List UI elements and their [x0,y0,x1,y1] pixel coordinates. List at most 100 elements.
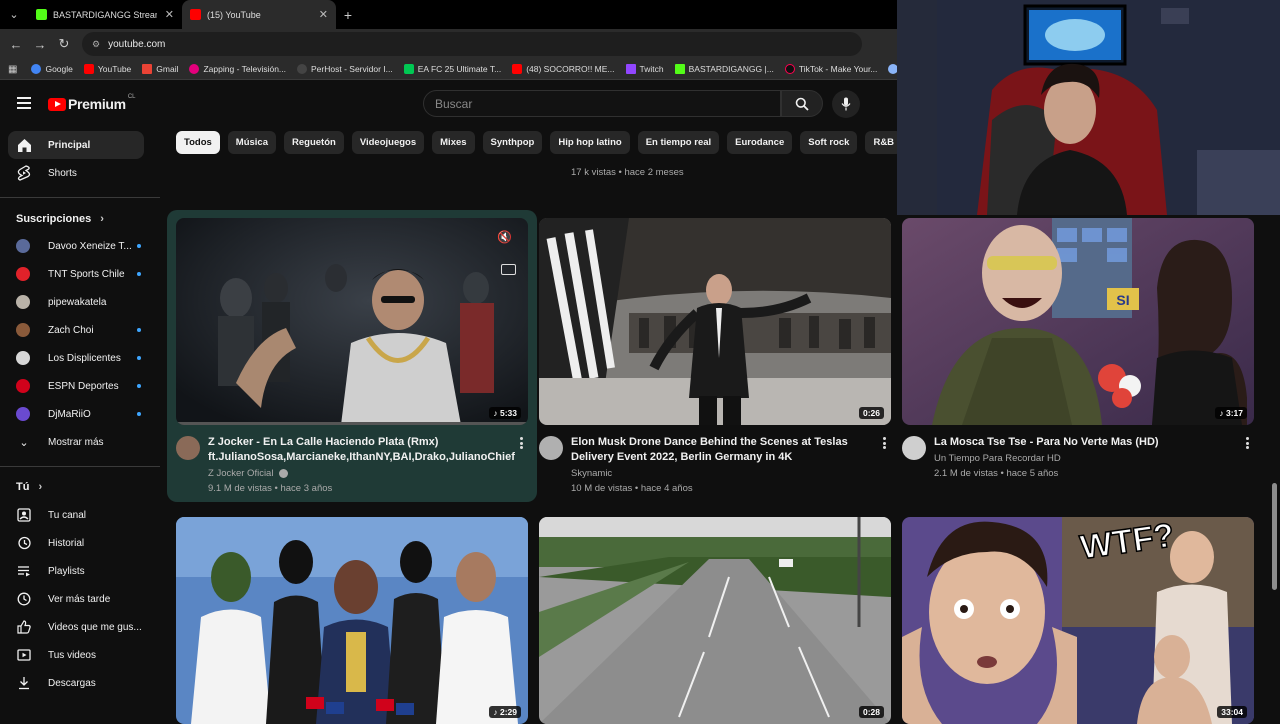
subscription-item[interactable]: Zach Choi [8,316,144,344]
bookmark-perhost[interactable]: PerHost - Servidor I... [297,64,393,74]
subscription-item[interactable]: Los Displicentes [8,344,144,372]
new-tab-button[interactable]: + [336,0,360,29]
video-card[interactable]: 0:26 Elon Musk Drone Dance Behind the Sc… [539,218,891,498]
chip-3[interactable]: Videojuegos [351,131,425,154]
video-card[interactable]: WTF? 33:04 [902,517,1254,724]
site-info-icon[interactable]: ⚙ [92,39,100,50]
back-arrow-icon[interactable]: ← [4,32,28,56]
video-card[interactable]: ♪ 2:29 [176,517,528,724]
chip-1[interactable]: Música [227,131,277,154]
chip-5[interactable]: Synthpop [482,131,543,154]
voice-search-button[interactable] [832,90,860,118]
playback-progress-bar[interactable] [176,422,528,425]
more-options-icon[interactable] [882,437,886,449]
video-thumbnail[interactable]: SI ♪ 3:17 [902,218,1254,425]
playlists-icon [16,563,32,579]
sidebar-item-download[interactable]: Descargas [8,669,144,697]
sidebar-item-watch-later[interactable]: Ver más tarde [8,585,144,613]
video-stats: 2.1 M de vistas • hace 5 años [934,468,1059,479]
menu-icon[interactable] [17,97,31,109]
mute-icon[interactable]: 🔇 [497,230,512,244]
subscription-item[interactable]: DjMaRiiO [8,400,144,428]
browser-tab-youtube[interactable]: (15) YouTube ✕ [182,0,336,29]
sidebar-item-your-videos[interactable]: Tus videos [8,641,144,669]
bookmark-google[interactable]: Google [31,64,73,74]
search-button[interactable] [781,90,823,117]
bookmark-tiktok[interactable]: TikTok - Make Your... [784,64,877,74]
sidebar-item-shorts[interactable]: Shorts [8,159,144,187]
kick-favicon-icon [36,9,47,20]
video-thumbnail[interactable]: ♪ 2:29 [176,517,528,724]
address-bar[interactable]: ⚙ youtube.com [82,32,862,56]
eafc-icon [403,64,414,74]
subscription-item[interactable]: TNT Sports Chile [8,260,144,288]
sidebar-item-label: Shorts [48,167,77,179]
sidebar-item-principal[interactable]: Principal [8,131,144,159]
search-input[interactable]: Buscar [423,90,781,117]
chip-10[interactable]: R&B [865,131,897,154]
bookmark-socorro[interactable]: (48) SOCORRO!! ME... [512,64,615,74]
chip-2[interactable]: Reguetón [284,131,344,154]
video-duration: 33:04 [1217,706,1247,718]
video-thumbnail[interactable]: WTF? 33:04 [902,517,1254,724]
captions-icon[interactable] [501,264,516,275]
chip-0[interactable]: Todos [176,131,220,154]
chip-6[interactable]: Hip hop latino [550,131,630,154]
channel-avatar[interactable] [539,436,563,460]
bookmark-youtube[interactable]: YouTube [83,64,131,74]
more-options-icon[interactable] [519,437,523,449]
chip-8[interactable]: Eurodance [727,131,793,154]
channel-avatar [16,351,30,365]
chip-7[interactable]: En tiempo real [637,131,720,154]
sidebar-item-channel[interactable]: Tu canal [8,501,144,529]
subscription-item[interactable]: pipewakatela [8,288,144,316]
video-title[interactable]: Z Jocker - En La Calle Haciendo Plata (R… [208,435,515,465]
subscription-item[interactable]: ESPN Deportes [8,372,144,400]
video-title[interactable]: Elon Musk Drone Dance Behind the Scenes … [571,435,876,465]
forward-arrow-icon[interactable]: → [28,32,52,56]
history-icon [16,535,32,551]
close-tab-icon[interactable]: ✕ [157,8,174,21]
bookmark-eafc[interactable]: EA FC 25 Ultimate T... [403,64,501,74]
channel-avatar[interactable] [902,436,926,460]
bookmark-kick[interactable]: BASTARDIGANGG |... [674,64,774,74]
subscription-item[interactable]: Davoo Xeneize T... [8,232,144,260]
chip-9[interactable]: Soft rock [800,131,858,154]
subscriptions-heading[interactable]: Suscripciones › [16,213,104,225]
video-title[interactable]: La Mosca Tse Tse - Para No Verte Mas (HD… [934,435,1239,450]
apps-grid-icon[interactable]: ▦ [8,64,17,75]
tab-search-icon[interactable]: ⌄ [0,0,28,29]
show-more-button[interactable]: ⌄ Mostrar más [8,428,144,456]
chip-4[interactable]: Mixes [432,131,475,154]
channel-name[interactable]: Skynamic [571,466,612,481]
twitch-icon [625,64,636,74]
you-heading[interactable]: Tú › [16,481,42,493]
reload-icon[interactable]: ↻ [52,32,76,56]
new-content-dot [137,384,141,388]
video-thumbnail[interactable]: 🔇 ♪ 5:33 [176,218,528,425]
channel-name[interactable]: Z Jocker Oficial [208,466,289,481]
channel-avatar[interactable] [176,436,200,460]
youtube-header: Premium CL Buscar [0,80,897,126]
bookmark-twitch[interactable]: Twitch [625,64,664,74]
thumbnail-image [176,218,528,425]
close-tab-icon[interactable]: ✕ [311,8,328,21]
bookmark-bastard[interactable]: bastard [888,64,897,74]
more-options-icon[interactable] [1245,437,1249,449]
video-card[interactable]: 🔇 ♪ 5:33 Z Jocker - En La Calle Haciendo… [176,218,528,498]
channel-avatar [16,379,30,393]
video-thumbnail[interactable]: 0:28 [539,517,891,724]
browser-tab-kick[interactable]: BASTARDIGANGG Stream - Wa ✕ [28,0,182,29]
channel-name[interactable]: Un Tiempo Para Recordar HD [934,451,1061,466]
sidebar-item-playlists[interactable]: Playlists [8,557,144,585]
bookmark-zapping[interactable]: Zapping - Televisión... [189,64,286,74]
sidebar-item-history[interactable]: Historial [8,529,144,557]
page-scrollbar[interactable] [1272,483,1277,590]
video-thumbnail[interactable]: 0:26 [539,218,891,425]
sidebar-item-like[interactable]: Videos que me gus... [8,613,144,641]
video-card[interactable]: 0:28 [539,517,891,724]
bookmark-gmail[interactable]: Gmail [142,64,178,74]
video-card[interactable]: SI ♪ 3:17 La Mosca Tse Tse - Para No Ver… [902,218,1254,498]
youtube-premium-logo[interactable]: Premium CL [48,94,135,112]
channel-avatar [16,267,30,281]
